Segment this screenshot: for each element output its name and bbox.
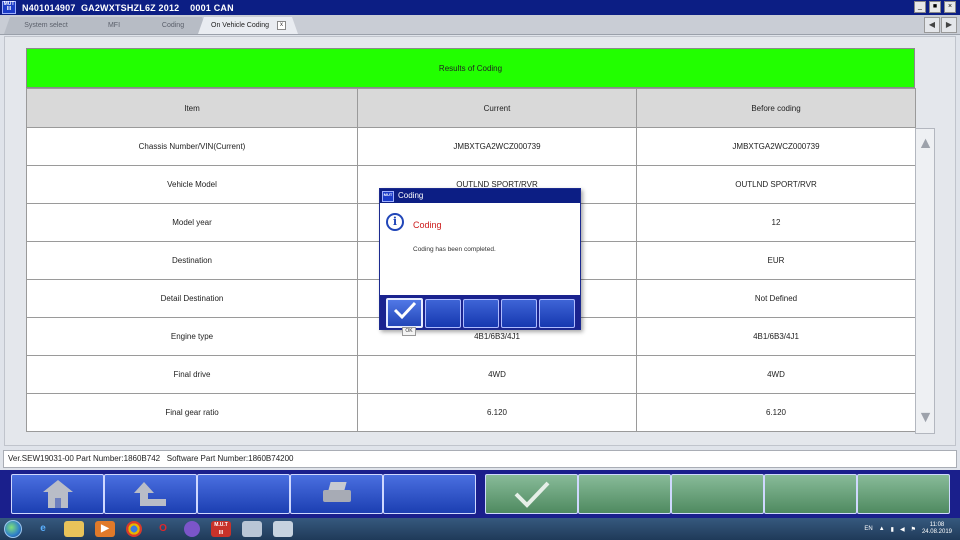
function-button-8[interactable] — [671, 474, 764, 514]
cell-before: JMBXTGA2WCZ000739 — [636, 127, 916, 166]
cell-before: 4WD — [636, 355, 916, 394]
table-scrollbar[interactable]: ▲ ▼ — [915, 128, 935, 434]
confirm-button[interactable] — [485, 474, 578, 514]
function-button-3[interactable] — [197, 474, 290, 514]
cell-before: 6.120 — [636, 393, 916, 432]
table-row: Final gear ratio 6.120 6.120 — [26, 393, 916, 432]
column-header-before-coding: Before coding — [636, 88, 916, 128]
cell-before: OUTLND SPORT/RVR — [636, 165, 916, 204]
title-bar: MUT III N401014907 GA2WXTSHZL6Z 2012 0001… — [0, 0, 960, 15]
cell-item: Detail Destination — [26, 279, 358, 318]
internet-explorer-icon[interactable]: e — [33, 521, 53, 537]
dialog-heading: Coding — [413, 220, 442, 230]
scroll-up-icon[interactable]: ▲ — [917, 133, 934, 155]
volume-icon[interactable]: ◀ — [900, 526, 905, 533]
clock-date: 24.08.2019 — [921, 529, 952, 535]
cell-item: Destination — [26, 241, 358, 280]
print-button[interactable] — [290, 474, 383, 514]
network-app-icon[interactable] — [273, 521, 293, 537]
cell-before: 4B1/6B3/4J1 — [636, 317, 916, 356]
cell-item: Engine type — [26, 317, 358, 356]
tab-next-button[interactable]: ▶ — [941, 17, 957, 33]
tab-system-select[interactable]: System select — [4, 17, 88, 34]
minimize-button[interactable]: _ — [914, 1, 926, 13]
home-button[interactable] — [11, 474, 104, 514]
tray-chevron-icon[interactable]: ▲ — [879, 526, 885, 532]
windows-taskbar: e ▶ O M.U.T III EN ▲ ▮ ◀ ⚑ 11:08 24.08.20… — [0, 518, 960, 540]
cell-item: Final drive — [26, 355, 358, 394]
app-logo-icon: MUT III — [2, 1, 16, 14]
column-header-current: Current — [357, 88, 637, 128]
cell-item: Vehicle Model — [26, 165, 358, 204]
results-header: Results of Coding — [26, 48, 915, 88]
home-icon — [42, 480, 73, 508]
chrome-icon[interactable] — [126, 521, 142, 537]
tab-prev-button[interactable]: ◀ — [924, 17, 940, 33]
dialog-button-5[interactable] — [539, 299, 575, 328]
dialog-button-2[interactable] — [425, 299, 461, 328]
close-button[interactable]: × — [944, 1, 956, 13]
cell-before: 12 — [636, 203, 916, 242]
app-logo-icon: MUT — [382, 190, 394, 202]
start-button[interactable] — [4, 520, 22, 538]
flag-icon[interactable]: ⚑ — [911, 526, 916, 533]
cell-item: Model year — [26, 203, 358, 242]
table-row: Final drive 4WD 4WD — [26, 355, 916, 394]
maximize-button[interactable]: ■ — [929, 1, 941, 13]
clock-time: 11:08 — [929, 522, 945, 528]
dialog-button-4[interactable] — [501, 299, 537, 328]
ok-tooltip: OK — [402, 327, 416, 336]
cell-before: EUR — [636, 241, 916, 280]
dialog-button-3[interactable] — [463, 299, 499, 328]
function-button-9[interactable] — [764, 474, 857, 514]
cell-item: Final gear ratio — [26, 393, 358, 432]
window-title: N401014907 GA2WXTSHZL6Z 2012 0001 CAN — [22, 2, 234, 13]
tab-on-vehicle-coding-label: On Vehicle Coding — [211, 22, 269, 29]
cell-current: 4WD — [357, 355, 637, 394]
column-header-item: Item — [26, 88, 358, 128]
back-button[interactable] — [104, 474, 197, 514]
checkmark-icon — [393, 301, 416, 320]
tab-bar: System select MFI Coding On Vehicle Codi… — [0, 15, 960, 35]
function-button-5[interactable] — [383, 474, 476, 514]
cell-current: 6.120 — [357, 393, 637, 432]
tab-coding[interactable]: Coding — [138, 17, 208, 34]
media-player-icon[interactable]: ▶ — [95, 521, 115, 537]
language-indicator[interactable]: EN — [864, 526, 872, 532]
window-controls: _ ■ × — [914, 1, 956, 13]
network-icon[interactable]: ▮ — [891, 526, 894, 533]
scroll-down-icon[interactable]: ▼ — [917, 407, 934, 429]
system-tray: EN ▲ ▮ ◀ ⚑ 11:08 24.08.2019 — [864, 518, 952, 540]
dialog-ok-button[interactable] — [386, 298, 423, 328]
cell-before: Not Defined — [636, 279, 916, 318]
table-row: Chassis Number/VIN(Current) JMBXTGA2WCZ0… — [26, 127, 916, 166]
status-bar: Ver.SEW19031-00 Part Number:1860B742 Sof… — [3, 450, 957, 468]
checkmark-icon — [514, 481, 549, 508]
opera-icon[interactable]: O — [153, 521, 173, 537]
mut-app-icon[interactable]: M.U.T III — [211, 521, 231, 537]
coding-dialog: MUT Coding i Coding Coding has been comp… — [379, 188, 581, 330]
function-button-bar — [0, 470, 960, 518]
function-button-10[interactable] — [857, 474, 950, 514]
clock[interactable]: 11:08 24.08.2019 — [922, 522, 952, 536]
dialog-message: Coding has been completed. — [413, 246, 496, 253]
tab-close-icon[interactable]: x — [277, 21, 286, 30]
cell-item: Chassis Number/VIN(Current) — [26, 127, 358, 166]
dialog-title: Coding — [398, 191, 424, 200]
back-arrow-icon — [133, 482, 166, 506]
cell-current: JMBXTGA2WCZ000739 — [357, 127, 637, 166]
function-button-7[interactable] — [578, 474, 671, 514]
dialog-title-bar: MUT Coding — [380, 189, 580, 203]
table-header-row: Item Current Before coding — [26, 88, 916, 128]
info-icon: i — [386, 213, 404, 231]
viber-icon[interactable] — [184, 521, 200, 537]
file-explorer-icon[interactable] — [64, 521, 84, 537]
dialog-button-bar — [380, 295, 580, 329]
printer-icon — [322, 482, 351, 506]
paint-icon[interactable] — [242, 521, 262, 537]
tab-on-vehicle-coding[interactable]: On Vehicle Coding x — [198, 17, 298, 34]
